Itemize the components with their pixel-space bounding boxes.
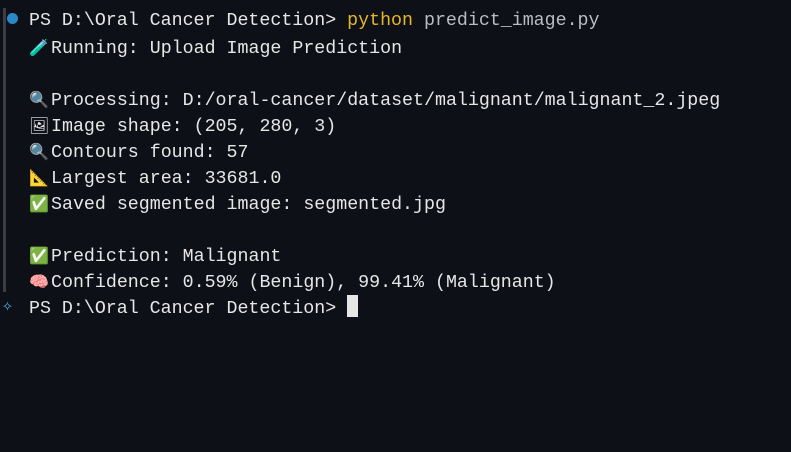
prompt: PS D:\Oral Cancer Detection> bbox=[29, 299, 348, 319]
command-decoration-bar bbox=[3, 8, 6, 292]
test-tube-icon: 🧪 bbox=[29, 38, 49, 57]
output-text: Running: Upload Image Prediction bbox=[51, 39, 403, 59]
picture-icon: 🖼 bbox=[29, 116, 50, 135]
check-icon: ✅ bbox=[29, 194, 49, 213]
output-text: Prediction: Malignant bbox=[51, 247, 282, 267]
output-line: 🧠 Confidence: 0.59% (Benign), 99.41% (Mal… bbox=[29, 269, 556, 295]
sparkle-icon[interactable]: ✧ bbox=[2, 295, 13, 317]
output-text: Image shape: (205, 280, 3) bbox=[51, 117, 337, 137]
output-line: 🔍 Processing: D:/oral-cancer/dataset/mali… bbox=[29, 87, 720, 113]
prompt-line[interactable]: PS D:\Oral Cancer Detection> bbox=[29, 295, 359, 321]
output-text: Contours found: 57 bbox=[51, 143, 249, 163]
output-line: 🔍 Contours found: 57 bbox=[29, 139, 248, 165]
text-cursor bbox=[347, 295, 359, 317]
output-text: Confidence: 0.59% (Benign), 99.41% (Mali… bbox=[51, 273, 556, 293]
output-text: Saved segmented image: segmented.jpg bbox=[51, 195, 446, 215]
command-status-dot-icon[interactable] bbox=[7, 13, 18, 24]
command-arg: predict_image.py bbox=[423, 11, 600, 31]
magnifier-icon: 🔍 bbox=[29, 142, 49, 161]
triangle-ruler-icon: 📐 bbox=[29, 168, 49, 187]
output-line: 📐 Largest area: 33681.0 bbox=[29, 165, 281, 191]
output-text: Processing: D:/oral-cancer/dataset/malig… bbox=[51, 91, 721, 111]
output-line: ✅ Prediction: Malignant bbox=[29, 243, 281, 269]
magnifier-icon: 🔍 bbox=[29, 90, 49, 109]
command-exe: python bbox=[347, 11, 413, 31]
check-icon: ✅ bbox=[29, 246, 49, 265]
command-line: PS D:\Oral Cancer Detection> python pred… bbox=[29, 8, 600, 34]
prompt: PS D:\Oral Cancer Detection> bbox=[29, 11, 348, 31]
output-line: 🧪 Running: Upload Image Prediction bbox=[29, 35, 402, 61]
output-line: 🖼Image shape: (205, 280, 3) bbox=[29, 113, 336, 139]
brain-icon: 🧠 bbox=[29, 272, 49, 291]
output-text: Largest area: 33681.0 bbox=[51, 169, 282, 189]
output-line: ✅ Saved segmented image: segmented.jpg bbox=[29, 191, 446, 217]
